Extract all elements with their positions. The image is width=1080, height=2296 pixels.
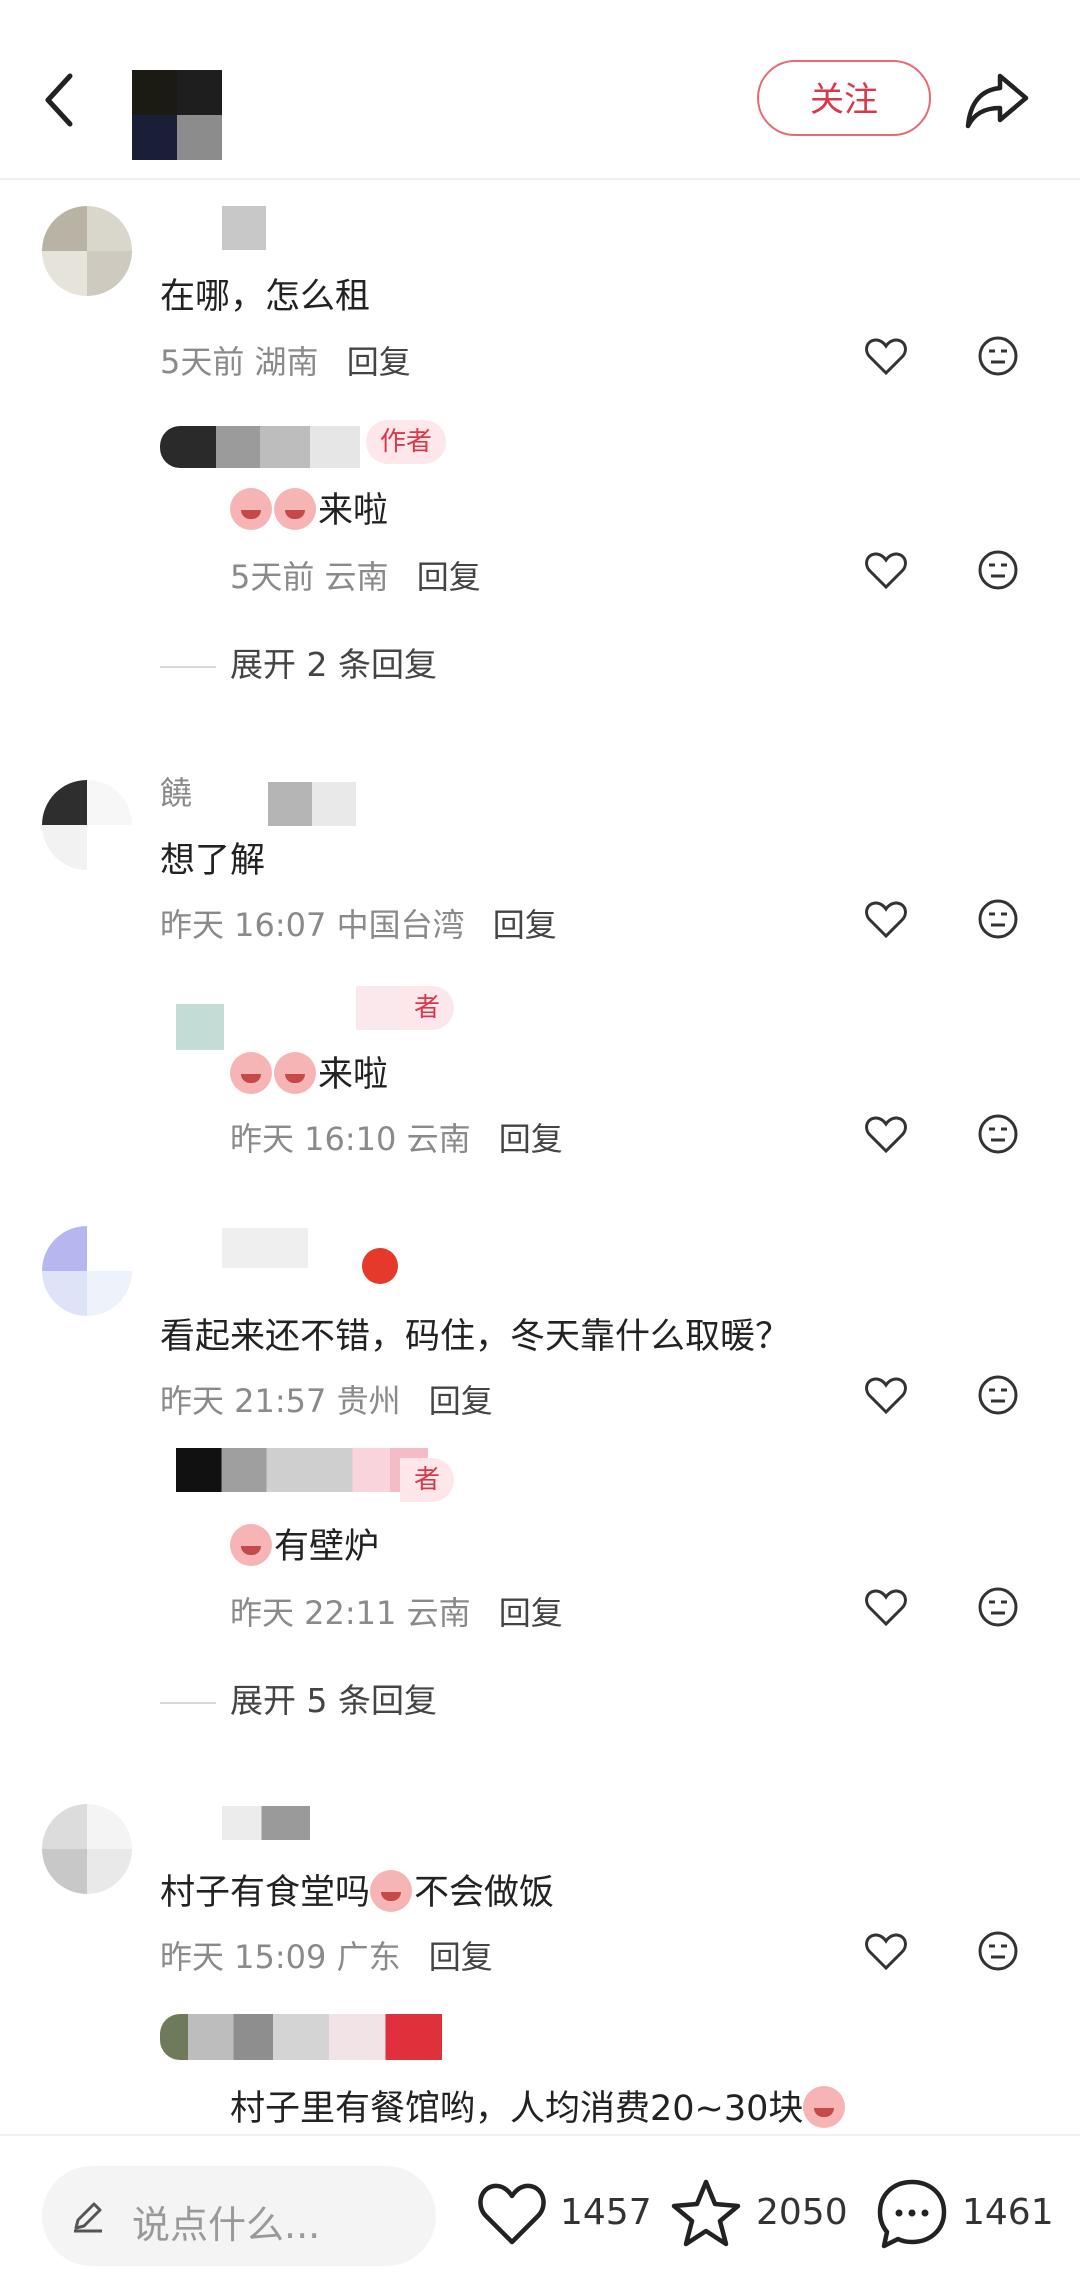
reply-time: 昨天 16:10 [230,1120,397,1158]
username-blurred[interactable] [222,1228,308,1268]
comment-region: 广东 [336,1938,401,1976]
like-heart-icon[interactable] [862,546,910,594]
comment-meta: 昨天 15:09 广东 回复 [160,1932,493,1978]
top-bar: 关注 [0,0,1080,180]
pig-emoji-icon [274,1052,316,1094]
pig-emoji-icon [230,488,272,530]
reply-time: 昨天 22:11 [230,1594,397,1632]
emoji-face-icon[interactable] [974,332,1022,380]
comment-time: 昨天 16:07 [160,906,327,944]
comment-region: 贵州 [336,1382,401,1420]
comment-region: 湖南 [254,343,319,381]
author-badge: 者 [400,986,455,1030]
username-blurred[interactable] [222,206,266,250]
crying-emoji-icon [370,1870,413,1912]
divider [160,1701,216,1704]
comment-time: 昨天 21:57 [160,1382,327,1420]
reply-time: 5天前 [230,558,315,596]
comment-count: 1461 [962,2192,1054,2233]
comment-text: 想了解 [160,841,266,881]
reply-avatar-blurred[interactable] [176,1004,224,1050]
pig-emoji-icon [230,1052,272,1094]
pig-emoji-icon [274,488,316,530]
avatar[interactable] [42,1226,132,1316]
comment-meta: 5天前 湖南 回复 [160,337,411,383]
pig-emoji-icon [230,1524,272,1566]
like-icon[interactable] [474,2178,550,2250]
reply-meta: 昨天 22:11 云南 回复 [230,1588,563,1634]
star-icon[interactable] [668,2176,744,2252]
reply-name-blurred [356,986,400,1030]
emoji-face-icon[interactable] [974,1110,1022,1158]
reply-region: 云南 [406,1594,471,1632]
avatar[interactable] [42,780,132,870]
reply-meta: 5天前 云南 回复 [230,552,481,598]
share-icon[interactable] [962,68,1032,132]
like-heart-icon[interactable] [862,1927,910,1975]
emoji-face-icon[interactable] [974,1927,1022,1975]
comment-time: 昨天 15:09 [160,1938,327,1976]
like-heart-icon[interactable] [862,332,910,380]
like-count: 1457 [560,2192,652,2233]
reply-text: 来啦 [230,1046,388,1097]
emoji-face-icon[interactable] [974,1371,1022,1419]
comment-text: 在哪，怎么租 [160,277,371,317]
comment-meta: 昨天 21:57 贵州 回复 [160,1376,493,1422]
reply-button[interactable]: 回复 [493,906,557,944]
comment-input[interactable]: 说点什么... [42,2166,436,2266]
avatar[interactable] [42,206,132,296]
author-badge: 作者 [366,420,447,464]
tomato-badge-icon [362,1248,398,1284]
comment-placeholder: 说点什么... [132,2203,321,2247]
reply-text: 来啦 [230,482,388,533]
comment-bubble-icon[interactable] [874,2176,950,2252]
comment-text: 看起来还不错，码住，冬天靠什么取暖？ [160,1317,791,1357]
like-heart-icon[interactable] [862,895,910,943]
reply-text: 有壁炉 [230,1518,379,1569]
comment-meta: 昨天 16:07 中国台湾 回复 [160,900,557,946]
back-icon[interactable] [40,70,80,130]
reply-avatar-blurred[interactable] [176,1448,428,1492]
follow-button[interactable]: 关注 [757,60,931,136]
avatar[interactable] [42,1804,132,1894]
like-heart-icon[interactable] [862,1110,910,1158]
author-badge: 者 [400,1458,455,1502]
reply-button[interactable]: 回复 [429,1938,493,1976]
collect-count: 2050 [756,2192,848,2233]
reply-button[interactable]: 回复 [499,1594,563,1632]
emoji-face-icon[interactable] [974,895,1022,943]
reply-region: 云南 [406,1120,471,1158]
reply-button[interactable]: 回复 [429,1382,493,1420]
emoji-face-icon[interactable] [974,546,1022,594]
username-blurred[interactable] [222,1806,310,1840]
reply-button[interactable]: 回复 [499,1120,563,1158]
author-avatar[interactable] [132,70,222,160]
reply-avatar-blurred[interactable] [160,426,360,468]
username[interactable]: 饒 [160,768,192,814]
emoji-face-icon[interactable] [974,1583,1022,1631]
expand-replies-button[interactable]: 展开 5 条回复 [160,1674,437,1722]
comment-time: 5天前 [160,343,245,381]
username-blurred [268,782,356,826]
peach-emoji-icon [803,2086,846,2128]
expand-replies-button[interactable]: 展开 2 条回复 [160,638,437,686]
divider [160,665,216,668]
bottom-action-bar: 说点什么... 1457 2050 1461 [0,2134,1080,2296]
reply-button[interactable]: 回复 [417,558,481,596]
comment-region: 中国台湾 [336,906,465,944]
reply-meta: 昨天 16:10 云南 回复 [230,1114,563,1160]
like-heart-icon[interactable] [862,1371,910,1419]
reply-avatar-blurred[interactable] [160,2014,442,2060]
pencil-icon [74,2202,102,2233]
reply-button[interactable]: 回复 [347,343,411,381]
reply-text: 村子里有餐馆哟，人均消费20~30块 [230,2080,847,2131]
comment-text: 村子有食堂吗 不会做饭 [160,1864,554,1915]
like-heart-icon[interactable] [862,1583,910,1631]
reply-region: 云南 [324,558,389,596]
